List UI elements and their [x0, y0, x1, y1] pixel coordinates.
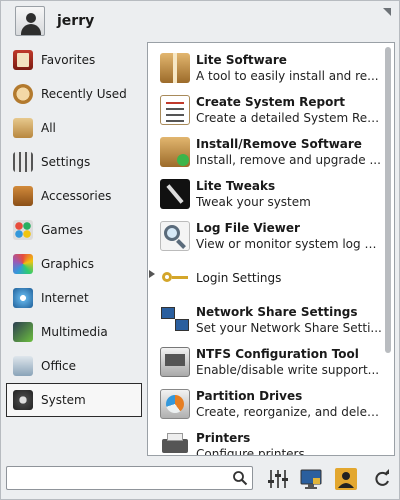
app-item-lite-software[interactable]: Lite Software A tool to easily install a…: [160, 47, 382, 89]
category-games[interactable]: Games: [6, 213, 142, 247]
app-item-printers[interactable]: Printers Configure printers: [160, 425, 382, 455]
accessories-icon: [13, 186, 33, 206]
user-switch-icon[interactable]: [335, 468, 357, 490]
all-icon: [13, 118, 33, 138]
scrollbar-thumb[interactable]: [385, 47, 391, 353]
app-item-ntfs-configuration-tool[interactable]: NTFS Configuration Tool Enable/disable w…: [160, 341, 382, 383]
app-item-partition-drives[interactable]: Partition Drives Create, reorganize, and…: [160, 383, 382, 425]
partition-disk-icon: [160, 389, 190, 419]
category-office[interactable]: Office: [6, 349, 142, 383]
multimedia-icon: [13, 322, 33, 342]
avatar[interactable]: [15, 6, 45, 36]
username: jerry: [57, 13, 95, 29]
app-list-scrollbar[interactable]: [385, 47, 391, 451]
clipboard-report-icon: [160, 95, 190, 125]
app-item-login-settings[interactable]: Login Settings: [160, 257, 382, 299]
recently-used-icon: [13, 84, 33, 104]
expand-arrow-icon[interactable]: [149, 270, 155, 278]
category-graphics[interactable]: Graphics: [6, 247, 142, 281]
app-item-install-remove-software[interactable]: Install/Remove Software Install, remove …: [160, 131, 382, 173]
application-list: Lite Software A tool to easily install a…: [147, 42, 395, 456]
app-item-lite-tweaks[interactable]: Lite Tweaks Tweak your system: [160, 173, 382, 215]
package-install-icon: [160, 137, 190, 167]
system-icon: [13, 390, 33, 410]
games-icon: [13, 220, 33, 240]
category-recently-used[interactable]: Recently Used: [6, 77, 142, 111]
category-favorites[interactable]: Favorites: [6, 43, 142, 77]
settings-icon: [13, 152, 33, 172]
category-multimedia[interactable]: Multimedia: [6, 315, 142, 349]
app-item-network-share-settings[interactable]: Network Share Settings Set your Network …: [160, 299, 382, 341]
monitor-lock-icon[interactable]: [300, 468, 322, 490]
drive-icon: [160, 347, 190, 377]
favorites-icon: [13, 50, 33, 70]
graphics-icon: [13, 254, 33, 274]
package-box-icon: [160, 53, 190, 83]
tweaks-brush-icon: [160, 179, 190, 209]
printer-icon: [160, 431, 190, 455]
app-item-log-file-viewer[interactable]: Log File Viewer View or monitor system l…: [160, 215, 382, 257]
mixer-icon[interactable]: [267, 468, 289, 490]
category-system[interactable]: System: [6, 383, 142, 417]
network-computers-icon: [160, 305, 190, 335]
category-settings[interactable]: Settings: [6, 145, 142, 179]
category-list: Favorites Recently Used All Settings Acc…: [6, 43, 142, 417]
category-accessories[interactable]: Accessories: [6, 179, 142, 213]
search-box[interactable]: [6, 466, 253, 490]
search-input[interactable]: [11, 469, 231, 487]
resize-corner-icon[interactable]: [382, 7, 392, 17]
category-all[interactable]: All: [6, 111, 142, 145]
application-menu: jerry Favorites Recently Used All Settin…: [0, 0, 400, 500]
keys-icon: [160, 263, 190, 293]
internet-icon: [13, 288, 33, 308]
category-internet[interactable]: Internet: [6, 281, 142, 315]
user-header: jerry: [15, 5, 94, 37]
refresh-icon[interactable]: [371, 468, 393, 490]
office-icon: [13, 356, 33, 376]
app-item-create-system-report[interactable]: Create System Report Create a detailed S…: [160, 89, 382, 131]
search-icon[interactable]: [232, 470, 248, 486]
magnifier-log-icon: [160, 221, 190, 251]
